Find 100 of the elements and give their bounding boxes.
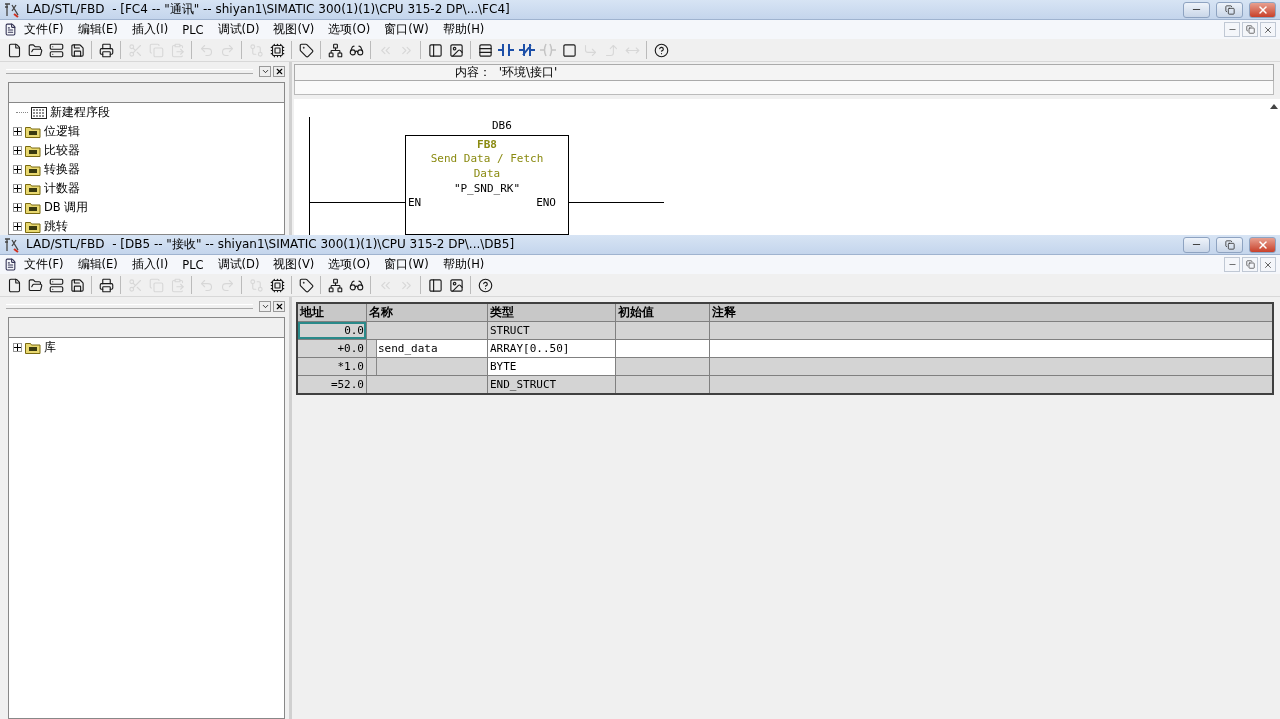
menu-item[interactable]: 选项(O): [321, 257, 378, 272]
menu-item[interactable]: 插入(I): [124, 257, 176, 272]
restore-button[interactable]: [1216, 236, 1243, 253]
table-cell[interactable]: [710, 340, 1272, 357]
table-cell[interactable]: =52.0: [298, 376, 366, 393]
table-cell[interactable]: send_data: [367, 340, 487, 357]
tree-item[interactable]: 跳转: [44, 219, 68, 234]
network-icon[interactable]: [327, 277, 343, 293]
restore-icon: [1224, 239, 1235, 250]
menu-item[interactable]: PLC: [175, 257, 211, 272]
file-icon[interactable]: [6, 42, 22, 58]
server-icon[interactable]: [48, 277, 64, 293]
table-cell[interactable]: [616, 376, 709, 393]
restore-button[interactable]: [1242, 22, 1258, 37]
folder-icon[interactable]: [27, 277, 43, 293]
expand-icon[interactable]: [13, 146, 22, 155]
menu-item[interactable]: 插入(I): [124, 22, 176, 37]
dropdown-button[interactable]: [259, 65, 271, 77]
tree-item[interactable]: 新建程序段: [50, 105, 110, 120]
document-icon[interactable]: [4, 258, 17, 271]
chip-icon[interactable]: [269, 277, 285, 293]
expand-icon[interactable]: [13, 222, 22, 231]
expand-icon[interactable]: [13, 127, 22, 136]
menu-item[interactable]: 帮助(H): [435, 22, 492, 37]
menu-item[interactable]: 编辑(E): [70, 257, 125, 272]
tag-icon[interactable]: [298, 42, 314, 58]
close-button[interactable]: [273, 65, 285, 77]
negated-contact-icon[interactable]: [519, 43, 535, 57]
table-cell[interactable]: [367, 322, 487, 339]
tag-icon[interactable]: [298, 277, 314, 293]
folder-icon[interactable]: [27, 42, 43, 58]
tree-item[interactable]: 转换器: [44, 162, 80, 177]
close-icon: [274, 301, 284, 311]
menu-item[interactable]: 帮助(H): [435, 257, 492, 272]
document-icon[interactable]: [4, 23, 17, 36]
chip-icon[interactable]: [269, 42, 285, 58]
column-header: 地址: [298, 304, 366, 321]
expand-icon[interactable]: [13, 165, 22, 174]
menu-item[interactable]: 窗口(W): [377, 22, 436, 37]
table-cell[interactable]: [616, 322, 709, 339]
table-cell[interactable]: [710, 358, 1272, 375]
close-button[interactable]: [273, 300, 285, 312]
network-segment-icon: [31, 106, 47, 119]
table-cell[interactable]: BYTE: [488, 358, 615, 375]
scroll-up-icon[interactable]: [1270, 103, 1278, 109]
tree-item[interactable]: 计数器: [44, 181, 80, 196]
save-icon[interactable]: [69, 42, 85, 58]
menu-item[interactable]: 调试(D): [210, 22, 267, 37]
table-cell[interactable]: +0.0: [298, 340, 366, 357]
menu-item[interactable]: 文件(F): [17, 257, 71, 272]
network-icon[interactable]: [327, 42, 343, 58]
square-icon[interactable]: [561, 42, 577, 58]
menu-item[interactable]: 编辑(E): [70, 22, 125, 37]
menu-item[interactable]: 窗口(W): [377, 257, 436, 272]
block-description: Send Data / Fetch Data: [429, 151, 545, 181]
panel-icon[interactable]: [427, 42, 443, 58]
expand-icon[interactable]: [13, 343, 22, 352]
menu-item[interactable]: 调试(D): [210, 257, 267, 272]
table-cell[interactable]: *1.0: [298, 358, 366, 375]
picture-icon[interactable]: [448, 42, 464, 58]
help-icon[interactable]: [477, 277, 493, 293]
save-icon[interactable]: [69, 277, 85, 293]
restore-icon: [1224, 4, 1235, 15]
tree-item[interactable]: 位逻辑: [44, 124, 80, 139]
table-cell[interactable]: 0.0: [298, 322, 366, 339]
restore-icon: [1245, 25, 1255, 34]
table-cell[interactable]: [710, 322, 1272, 339]
printer-icon[interactable]: [98, 42, 114, 58]
table-cell[interactable]: [367, 358, 487, 375]
restore-button[interactable]: [1216, 1, 1243, 18]
tree-item[interactable]: 比较器: [44, 143, 80, 158]
table-cell[interactable]: [367, 376, 487, 393]
server-icon[interactable]: [48, 42, 64, 58]
expand-icon[interactable]: [13, 184, 22, 193]
help-icon[interactable]: [653, 42, 669, 58]
table-cell[interactable]: STRUCT: [488, 322, 615, 339]
menu-item[interactable]: 视图(V): [266, 257, 322, 272]
picture-icon[interactable]: [448, 277, 464, 293]
printer-icon[interactable]: [98, 277, 114, 293]
rows-icon[interactable]: [477, 42, 493, 58]
table-cell[interactable]: [616, 358, 709, 375]
tree-item[interactable]: DB 调用: [44, 200, 89, 215]
restore-button[interactable]: [1242, 257, 1258, 272]
menu-item[interactable]: 视图(V): [266, 22, 322, 37]
contact-icon[interactable]: [498, 43, 514, 57]
table-cell[interactable]: END_STRUCT: [488, 376, 615, 393]
table-cell[interactable]: ARRAY[0..50]: [488, 340, 615, 357]
tree-item[interactable]: 库: [44, 340, 56, 355]
file-icon[interactable]: [6, 277, 22, 293]
table-cell[interactable]: [710, 376, 1272, 393]
panel-icon[interactable]: [427, 277, 443, 293]
menu-item[interactable]: 选项(O): [321, 22, 378, 37]
expand-icon[interactable]: [13, 203, 22, 212]
block-symbol: "P_SND_RK": [453, 182, 521, 195]
menu-item[interactable]: 文件(F): [17, 22, 71, 37]
pin-label: EN: [408, 196, 422, 209]
restore-icon: [1245, 260, 1255, 269]
table-cell[interactable]: [616, 340, 709, 357]
dropdown-button[interactable]: [259, 300, 271, 312]
menu-item[interactable]: PLC: [175, 22, 211, 37]
